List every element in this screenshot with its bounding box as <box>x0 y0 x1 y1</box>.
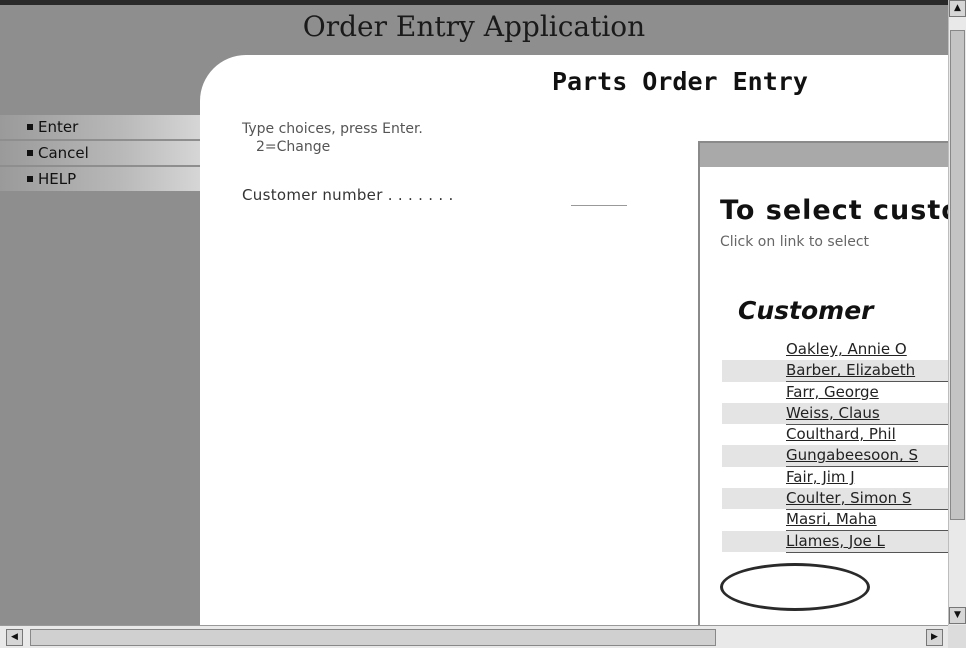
window-top-border <box>0 0 948 5</box>
instruction-line: 2=Change <box>256 139 331 155</box>
vertical-scroll-thumb[interactable] <box>950 30 965 520</box>
menu-item-help[interactable]: HELP <box>0 167 222 191</box>
customer-link[interactable]: Farr, George <box>786 382 948 404</box>
customer-link[interactable]: Coulter, Simon S <box>786 488 948 511</box>
list-item: Coulthard, Phil <box>722 424 948 447</box>
customer-link[interactable]: Weiss, Claus <box>786 403 948 425</box>
horizontal-scroll-thumb[interactable] <box>30 629 716 646</box>
list-item: Llames, Joe L <box>722 530 948 553</box>
bullet-icon <box>27 176 33 182</box>
list-item: Gungabeesoon, S <box>722 445 948 468</box>
horizontal-scrollbar[interactable]: ◀ ▶ <box>0 625 948 648</box>
bullet-icon <box>27 124 33 130</box>
menu-item-label: HELP <box>38 170 77 188</box>
menu-item-enter[interactable]: Enter <box>0 115 222 139</box>
customer-link[interactable]: Barber, Elizabeth <box>786 360 948 383</box>
customer-link[interactable]: Gungabeesoon, S <box>786 445 948 468</box>
menu-item-label: Enter <box>38 118 79 136</box>
scrollbar-corner <box>948 625 966 648</box>
page-heading: Parts Order Entry <box>552 67 808 96</box>
app-title: Order Entry Application <box>302 10 646 43</box>
instruction-line: Type choices, press Enter. <box>242 121 423 137</box>
arrow-up-icon[interactable]: ▲ <box>949 0 966 17</box>
list-item: Oakley, Annie O <box>722 339 948 361</box>
customer-number-label: Customer number . . . . . . . <box>242 186 454 204</box>
list-item: Masri, Maha <box>722 509 948 532</box>
menu-item-label: Cancel <box>38 144 89 162</box>
customer-link[interactable]: Coulthard, Phil <box>786 424 948 447</box>
bullet-icon <box>27 150 33 156</box>
customer-link[interactable]: Masri, Maha <box>786 509 948 532</box>
list-item: Barber, Elizabeth <box>722 360 948 383</box>
customer-list: Oakley, Annie O Barber, Elizabeth Farr, … <box>722 339 948 553</box>
arrow-left-icon[interactable]: ◀ <box>6 629 23 646</box>
menu-item-cancel[interactable]: Cancel <box>0 141 222 165</box>
customer-link[interactable]: Fair, Jim J <box>786 467 948 489</box>
popup-subtitle: Click on link to select <box>720 234 870 250</box>
popup-title: To select custo <box>720 195 948 226</box>
annotation-oval <box>720 563 870 611</box>
arrow-down-icon[interactable]: ▼ <box>949 607 966 624</box>
popup-titlebar[interactable] <box>700 143 948 167</box>
arrow-right-icon[interactable]: ▶ <box>926 629 943 646</box>
list-item: Fair, Jim J <box>722 467 948 489</box>
list-item: Farr, George <box>722 382 948 404</box>
list-item: Coulter, Simon S <box>722 488 948 511</box>
function-key-menu: Enter Cancel HELP <box>0 115 222 193</box>
list-item: Weiss, Claus <box>722 402 948 425</box>
vertical-scrollbar[interactable]: ▲ ▼ <box>948 0 966 625</box>
customer-list-heading: Customer <box>738 296 874 325</box>
instructions: Type choices, press Enter. 2=Change <box>242 120 423 156</box>
customer-select-popup: To select custo Click on link to select … <box>698 141 948 625</box>
customer-link[interactable]: Llames, Joe L <box>786 531 948 553</box>
customer-link[interactable]: Oakley, Annie O <box>786 339 948 361</box>
customer-number-input[interactable] <box>571 185 627 206</box>
